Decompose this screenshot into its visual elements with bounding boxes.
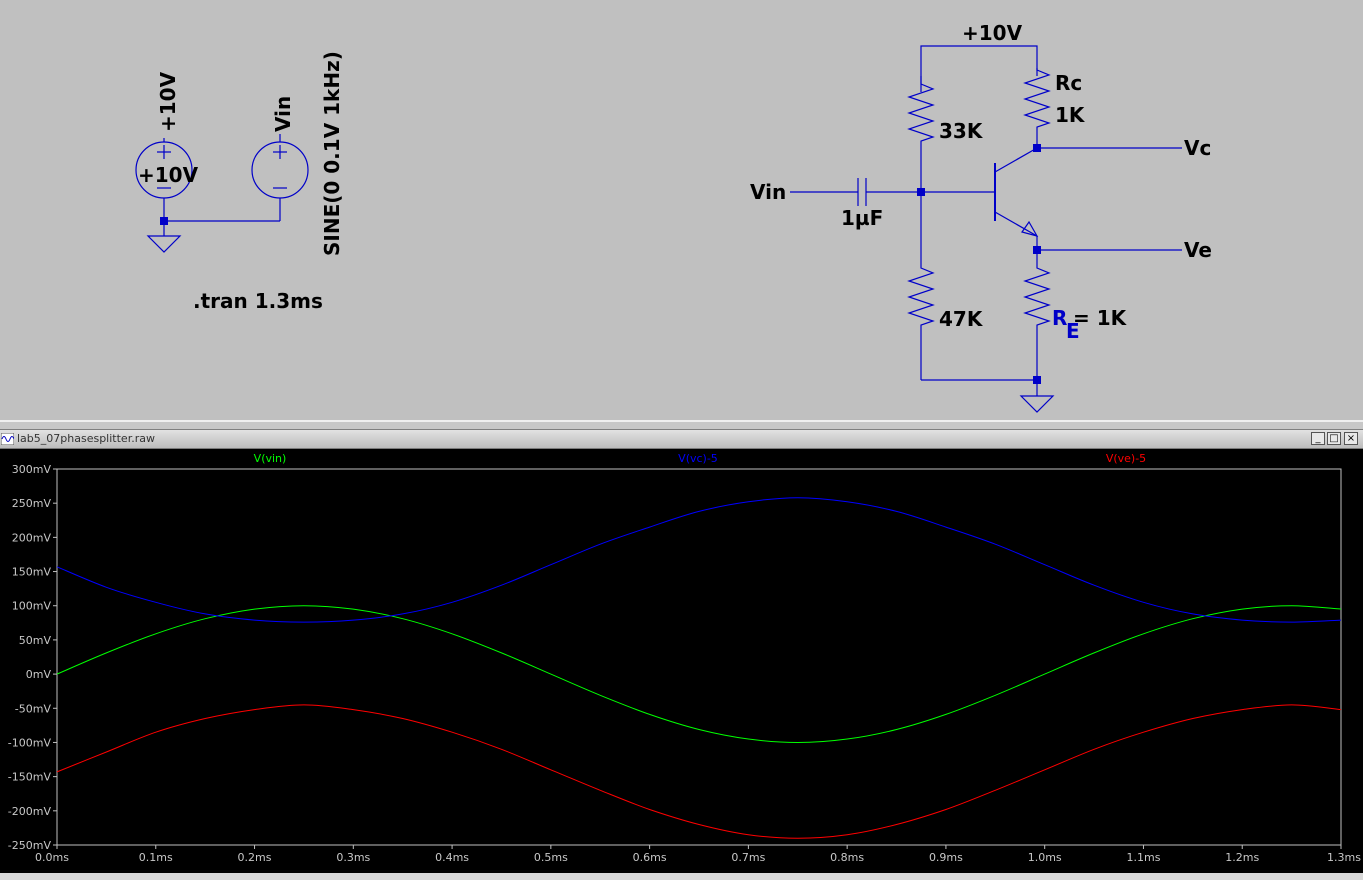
- y-tick-label: -100mV: [8, 736, 52, 749]
- x-tick-label: 1.1ms: [1126, 851, 1160, 864]
- traces: [56, 497, 1342, 839]
- net-label-10v: +10V: [156, 71, 180, 132]
- legend-entry[interactable]: V(vc)-5: [678, 452, 718, 465]
- junction-dot: [160, 217, 168, 225]
- resistor-33k[interactable]: [907, 76, 935, 192]
- r-bottom-value: 47K: [939, 307, 984, 331]
- resistor-rc[interactable]: [1023, 68, 1051, 148]
- x-tick-label: 0.5ms: [534, 851, 568, 864]
- trace-v-vin[interactable]: [56, 605, 1342, 744]
- y-tick-label: -50mV: [15, 702, 52, 715]
- ground-symbol: [1019, 380, 1055, 413]
- y-tick-label: 300mV: [12, 463, 52, 476]
- maximize-button[interactable]: □: [1327, 432, 1341, 445]
- resistor-re[interactable]: [1023, 250, 1051, 380]
- x-axis: 0.0ms 0.1ms 0.2ms 0.3ms 0.4ms 0.5ms 0.6ms 0.7ms…: [35, 845, 1361, 864]
- voltage-source-vin[interactable]: [251, 134, 309, 221]
- waveform-plot[interactable]: V(vin) V(vc)-5 V(ve)-5 300mV 250mV 200mV 150m…: [0, 449, 1363, 873]
- y-tick-label: 250mV: [12, 497, 52, 510]
- close-button[interactable]: ×: [1344, 432, 1358, 445]
- schematic-editor[interactable]: +10V +10V Vin SINE(0 0.1V 1kHz) .tran 1.…: [0, 0, 1363, 420]
- trace-v-vc-5[interactable]: [56, 497, 1342, 623]
- resistor-47k[interactable]: [907, 192, 935, 380]
- source-value-10v: +10V: [138, 163, 199, 187]
- collector-lead: [994, 147, 1038, 173]
- x-tick-label: 0.4ms: [435, 851, 469, 864]
- re-subscript: E: [1066, 319, 1080, 343]
- capacitor-value: 1µF: [841, 206, 883, 230]
- vc-label: Vc: [1184, 136, 1211, 160]
- emitter-arrow: [1021, 220, 1039, 237]
- y-tick-label: 50mV: [19, 634, 52, 647]
- tran-directive[interactable]: .tran 1.3ms: [193, 289, 323, 313]
- y-tick-label: 150mV: [12, 566, 52, 579]
- x-tick-label: 1.2ms: [1225, 851, 1259, 864]
- vin-label: Vin: [750, 180, 786, 204]
- x-tick-label: 0.2ms: [238, 851, 272, 864]
- legend-entry[interactable]: V(ve)-5: [1106, 452, 1146, 465]
- supply-rail-wire: [920, 45, 1038, 92]
- x-tick-label: 1.0ms: [1028, 851, 1062, 864]
- junction-dot: [1033, 376, 1041, 384]
- minimize-button[interactable]: _: [1311, 432, 1325, 445]
- x-tick-label: 0.7ms: [731, 851, 765, 864]
- x-tick-label: 0.3ms: [336, 851, 370, 864]
- y-tick-label: 200mV: [12, 531, 52, 544]
- y-axis: 300mV 250mV 200mV 150mV 100mV 50mV 0mV -50mV -10…: [8, 463, 57, 852]
- junction-dot: [917, 188, 925, 196]
- legend-entry[interactable]: V(vin): [254, 452, 287, 465]
- rc-value: 1K: [1055, 103, 1086, 127]
- plot-frame: [56, 468, 1342, 846]
- waveform-app-icon: [1, 433, 14, 445]
- y-tick-label: -150mV: [8, 771, 52, 784]
- y-tick-label: -200mV: [8, 805, 52, 818]
- x-tick-label: 0.6ms: [633, 851, 667, 864]
- x-tick-label: 0.8ms: [830, 851, 864, 864]
- x-tick-label: 0.9ms: [929, 851, 963, 864]
- schematic-canvas[interactable]: +10V +10V Vin SINE(0 0.1V 1kHz) .tran 1.…: [0, 0, 1363, 420]
- ve-label: Ve: [1184, 238, 1212, 262]
- y-tick-label: 100mV: [12, 600, 52, 613]
- pane-splitter[interactable]: [0, 420, 1363, 430]
- x-tick-label: 0.0ms: [35, 851, 69, 864]
- legend: V(vin) V(vc)-5 V(ve)-5: [254, 452, 1147, 465]
- r-top-value: 33K: [939, 119, 984, 143]
- waveform-window[interactable]: lab5_07phasesplitter.raw _ □ × V(vin) V(v…: [0, 430, 1363, 880]
- y-tick-label: 0mV: [26, 668, 52, 681]
- source-value-sine: SINE(0 0.1V 1kHz): [320, 51, 344, 256]
- waveform-window-title: lab5_07phasesplitter.raw: [17, 432, 155, 445]
- supply-label: +10V: [962, 21, 1023, 45]
- re-value: = 1K: [1073, 306, 1128, 330]
- net-label-vin: Vin: [271, 96, 295, 132]
- junction-dot: [1033, 246, 1041, 254]
- status-strip: [0, 873, 1363, 880]
- ground-symbol: [146, 221, 182, 253]
- rc-name: Rc: [1055, 71, 1082, 95]
- junction-dot: [1033, 144, 1041, 152]
- trace-v-ve-5[interactable]: [56, 704, 1342, 839]
- x-tick-label: 1.3ms: [1327, 851, 1361, 864]
- waveform-titlebar[interactable]: lab5_07phasesplitter.raw _ □ ×: [0, 430, 1363, 449]
- x-tick-label: 0.1ms: [139, 851, 173, 864]
